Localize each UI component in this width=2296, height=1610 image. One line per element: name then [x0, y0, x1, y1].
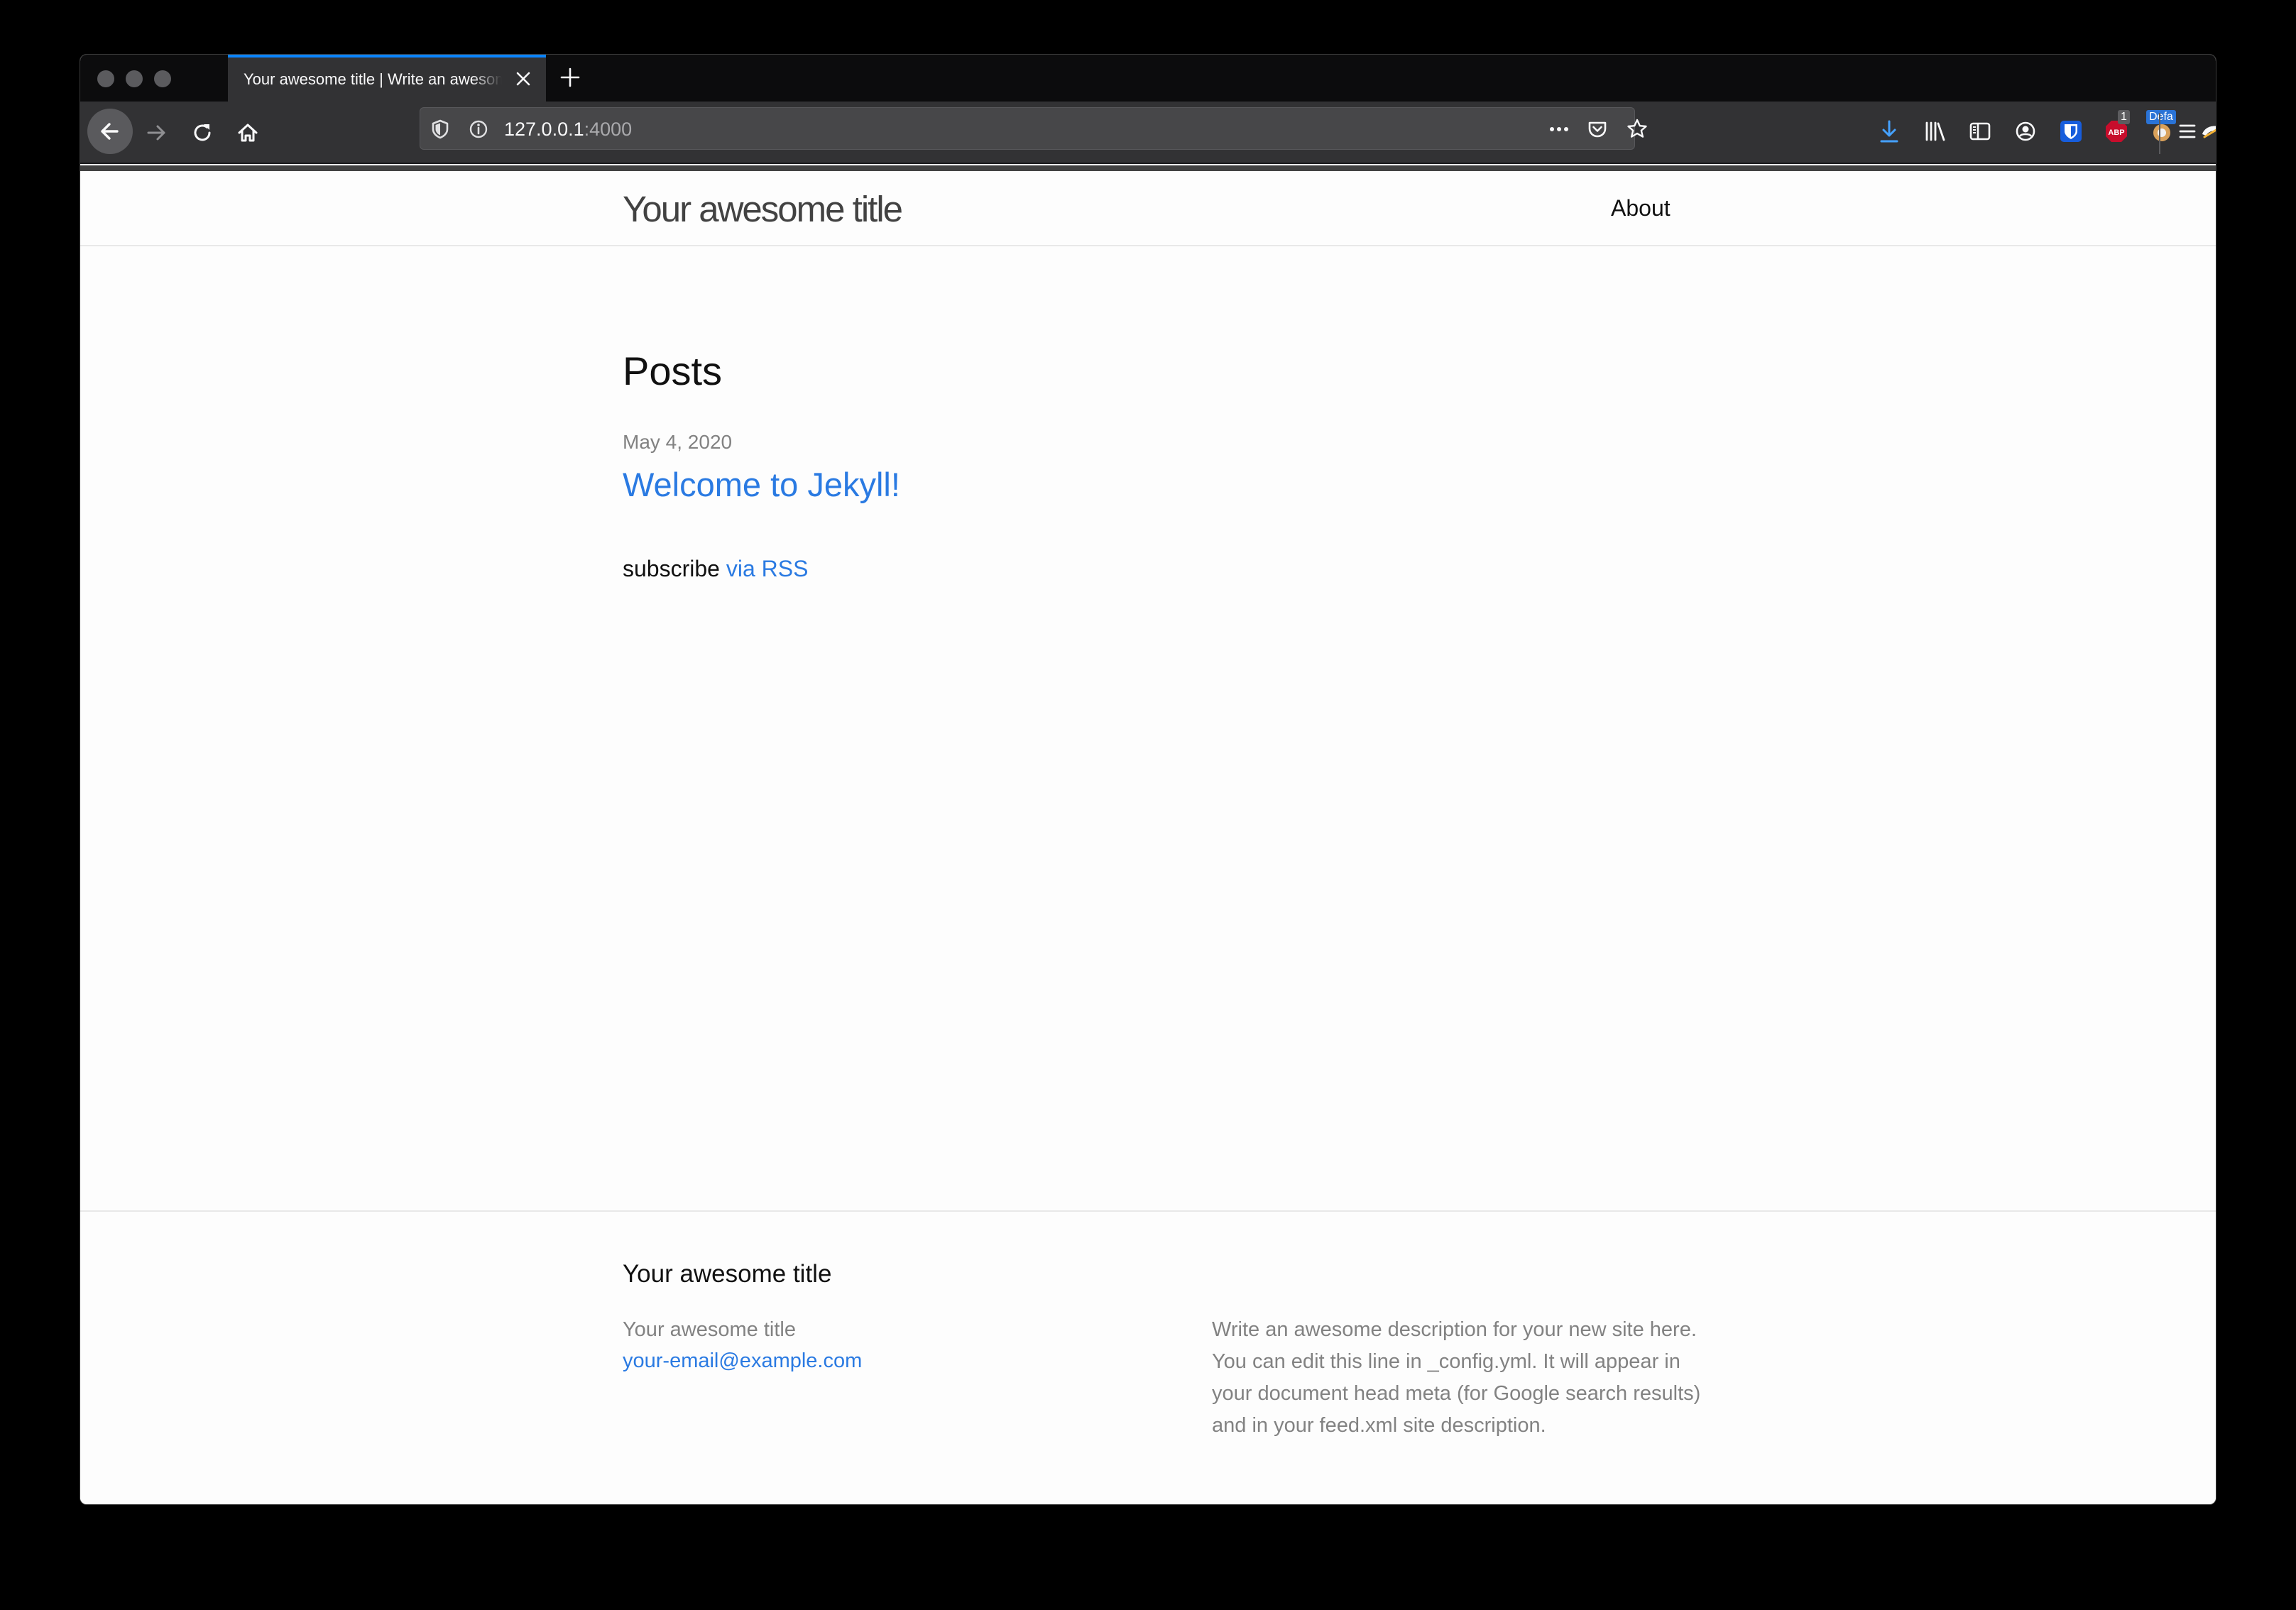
- rss-link[interactable]: via RSS: [726, 556, 809, 581]
- subscribe-line: subscribe via RSS: [623, 553, 808, 584]
- bookmark-star-icon[interactable]: [1624, 116, 1650, 142]
- post-title-link[interactable]: Welcome to Jekyll!: [623, 464, 900, 506]
- site-info-icon[interactable]: [466, 116, 491, 142]
- url-port: :4000: [584, 119, 633, 140]
- container-extension[interactable]: Defa: [2146, 110, 2176, 146]
- forward-icon[interactable]: [141, 117, 173, 148]
- back-button[interactable]: [87, 109, 133, 154]
- footer-email-link[interactable]: your-email@example.com: [623, 1345, 862, 1376]
- page-actions-icon[interactable]: [1546, 116, 1572, 142]
- browser-window: Your awesome title | Write an awesome de…: [80, 54, 2216, 1505]
- adblock-extension[interactable]: ABP 1: [2102, 110, 2131, 146]
- new-tab-icon[interactable]: [557, 65, 583, 90]
- tab-strip: Your awesome title | Write an awesome de…: [80, 55, 2216, 102]
- page-content: Your awesome title About Posts May 4, 20…: [80, 165, 2216, 1504]
- nav-link-about[interactable]: About: [1611, 192, 1671, 224]
- bitwarden-icon[interactable]: [2057, 117, 2085, 146]
- navigation-toolbar: 127.0.0.1:4000 ABP 1 Defa: [80, 102, 2216, 164]
- adblock-badge: 1: [2118, 110, 2130, 124]
- sidebar-icon[interactable]: [1966, 117, 1994, 146]
- footer-description: Write an awesome description for your ne…: [1212, 1318, 1701, 1437]
- minimize-window-icon[interactable]: [126, 70, 143, 87]
- tab-active[interactable]: Your awesome title | Write an awesome de…: [228, 55, 546, 102]
- svg-text:ABP: ABP: [2108, 128, 2124, 137]
- maximize-window-icon[interactable]: [154, 70, 171, 87]
- toolbar-separator: [2159, 113, 2160, 154]
- url-text[interactable]: 127.0.0.1:4000: [504, 118, 632, 141]
- home-icon[interactable]: [232, 117, 263, 148]
- post-date: May 4, 2020: [623, 431, 733, 453]
- url-bar[interactable]: 127.0.0.1:4000: [420, 107, 1647, 150]
- tab-title: Your awesome title | Write an awesome de…: [244, 70, 502, 88]
- footer-site-name: Your awesome title: [623, 1318, 796, 1341]
- hamburger-menu-icon[interactable]: [2173, 117, 2202, 146]
- reload-icon[interactable]: [187, 117, 218, 148]
- site-title-link[interactable]: Your awesome title: [623, 187, 903, 232]
- container-badge: Defa: [2146, 110, 2176, 124]
- pocket-icon[interactable]: [1585, 116, 1610, 142]
- site-footer: Your awesome title Your awesome title yo…: [80, 1210, 2216, 1504]
- tracking-shield-icon[interactable]: [427, 116, 453, 142]
- subscribe-text: subscribe: [623, 556, 720, 581]
- library-icon[interactable]: [1920, 117, 1949, 146]
- tab-close-icon[interactable]: [512, 67, 535, 90]
- site-header: Your awesome title About: [80, 165, 2216, 246]
- account-icon[interactable]: [2011, 117, 2040, 146]
- arrow-left-icon: [101, 123, 119, 140]
- posts-heading: Posts: [623, 349, 723, 393]
- url-host: 127.0.0.1: [504, 119, 584, 140]
- download-icon[interactable]: [1875, 117, 1903, 146]
- close-window-icon[interactable]: [97, 70, 114, 87]
- footer-heading: Your awesome title: [623, 1260, 832, 1288]
